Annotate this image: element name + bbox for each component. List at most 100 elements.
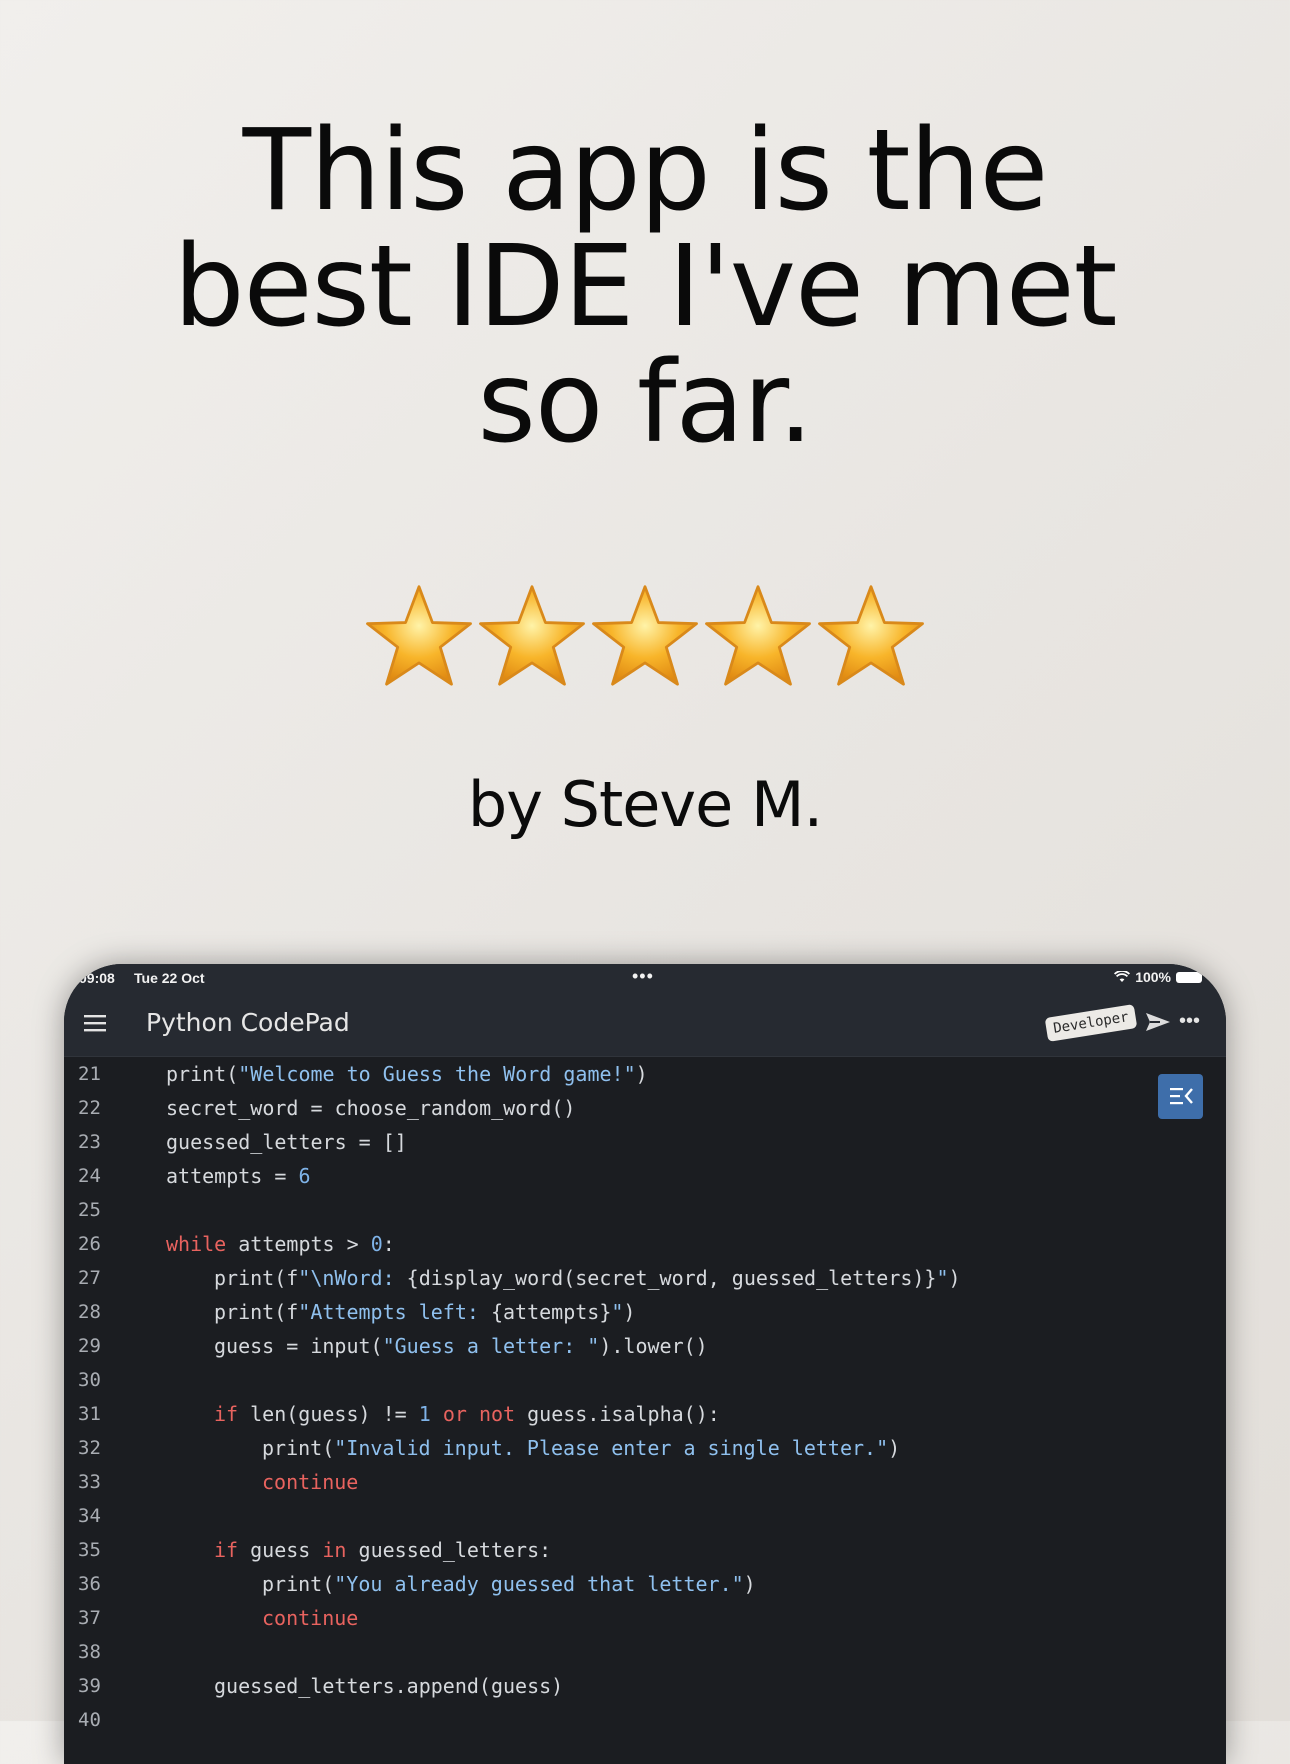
code-token: )	[948, 1266, 961, 1290]
wifi-icon	[1114, 971, 1131, 982]
line-number: 35	[78, 1539, 101, 1561]
battery-percent: 100%	[1135, 969, 1171, 985]
code-line[interactable]: 30	[64, 1363, 1226, 1397]
code-text[interactable]: while attempts > 0:	[166, 1227, 395, 1261]
code-token: "	[936, 1266, 949, 1290]
code-line[interactable]: 22 secret_word = choose_random_word()	[64, 1091, 1226, 1125]
code-text[interactable]: print("Invalid input. Please enter a sin…	[262, 1431, 900, 1465]
code-text[interactable]: secret_word = choose_random_word()	[166, 1091, 575, 1125]
code-token: 1	[418, 1402, 431, 1426]
code-token: "Attempts left:	[298, 1300, 491, 1324]
code-text[interactable]: print(f"Attempts left: {attempts}")	[214, 1295, 635, 1329]
code-text[interactable]: guessed_letters.append(guess)	[214, 1669, 563, 1703]
line-number: 38	[78, 1641, 101, 1663]
code-token: )	[635, 1062, 648, 1086]
code-line[interactable]: 33 continue	[64, 1465, 1226, 1499]
code-line[interactable]: 24 attempts = 6	[64, 1159, 1226, 1193]
code-text[interactable]: print("Welcome to Guess the Word game!")	[166, 1057, 648, 1091]
outline-toggle-button[interactable]	[1158, 1074, 1203, 1119]
star-icon	[705, 585, 811, 686]
line-number: 23	[78, 1131, 101, 1153]
line-number: 34	[78, 1505, 101, 1527]
code-line[interactable]: 29 guess = input("Guess a letter: ").lowe…	[64, 1329, 1226, 1363]
line-number: 26	[78, 1233, 101, 1255]
code-line[interactable]: 26 while attempts > 0:	[64, 1227, 1226, 1261]
code-token: "Welcome to Guess the Word game!"	[238, 1062, 636, 1086]
line-number: 27	[78, 1267, 101, 1289]
code-token: in	[322, 1538, 347, 1562]
line-number: 31	[78, 1403, 101, 1425]
headline-line-2: best IDE I've met	[173, 222, 1117, 352]
code-text[interactable]: if len(guess) != 1 or not guess.isalpha(…	[214, 1397, 720, 1431]
code-token: guess.isalpha():	[515, 1402, 720, 1426]
code-line[interactable]: 35 if guess in guessed_letters:	[64, 1533, 1226, 1567]
code-token: attempts =	[166, 1164, 299, 1188]
code-token: {display_word(secret_word, guessed_lette…	[406, 1266, 937, 1290]
app-toolbar: Python CodePad Developer •••	[64, 992, 1226, 1057]
code-text[interactable]: print(f"\nWord: {display_word(secret_wor…	[214, 1261, 961, 1295]
code-line[interactable]: 38	[64, 1635, 1226, 1669]
code-token: "Invalid input. Please enter a single le…	[334, 1436, 889, 1460]
star-icon	[479, 585, 585, 686]
code-line[interactable]: 39 guessed_letters.append(guess)	[64, 1669, 1226, 1703]
code-line[interactable]: 21 print("Welcome to Guess the Word game!…	[64, 1057, 1226, 1091]
code-line[interactable]: 36 print("You already guessed that letter…	[64, 1567, 1226, 1601]
code-token: )	[743, 1572, 756, 1596]
code-text[interactable]: continue	[262, 1601, 358, 1635]
ipad-screenshot: 09:08 Tue 22 Oct ••• 100% Python CodePad…	[64, 964, 1226, 1764]
code-line[interactable]: 23 guessed_letters = []	[64, 1125, 1226, 1159]
code-token: "You already guessed that letter."	[334, 1572, 744, 1596]
code-line[interactable]: 25	[64, 1193, 1226, 1227]
code-token: guessed_letters:	[346, 1538, 552, 1562]
line-number: 32	[78, 1437, 101, 1459]
code-text[interactable]: attempts = 6	[166, 1159, 311, 1193]
menu-icon[interactable]	[84, 1012, 106, 1034]
code-token: not	[478, 1402, 516, 1426]
code-line[interactable]: 40	[64, 1703, 1226, 1737]
code-line[interactable]: 28 print(f"Attempts left: {attempts}")	[64, 1295, 1226, 1329]
code-token: continue	[262, 1606, 359, 1630]
code-token: or	[442, 1402, 467, 1426]
more-icon[interactable]: •••	[1179, 1010, 1203, 1034]
code-token: print(f	[214, 1300, 299, 1324]
code-token: "\nWord:	[298, 1266, 407, 1290]
code-token: 0	[370, 1232, 383, 1256]
line-number: 33	[78, 1471, 101, 1493]
code-line[interactable]: 31 if len(guess) != 1 or not guess.isalph…	[64, 1397, 1226, 1431]
developer-badge[interactable]: Developer	[1044, 1004, 1138, 1042]
code-token: :	[382, 1232, 395, 1256]
code-line[interactable]: 27 print(f"\nWord: {display_word(secret_w…	[64, 1261, 1226, 1295]
code-text[interactable]: if guess in guessed_letters:	[214, 1533, 551, 1567]
code-text[interactable]: guess = input("Guess a letter: ").lower(…	[214, 1329, 708, 1363]
line-number: 30	[78, 1369, 101, 1391]
line-number: 37	[78, 1607, 101, 1629]
headline-line-1: This app is the	[242, 106, 1049, 236]
line-number: 28	[78, 1301, 101, 1323]
review-headline: This app is the best IDE I've met so far…	[0, 113, 1290, 461]
line-number: 25	[78, 1199, 101, 1221]
status-date: Tue 22 Oct	[134, 970, 205, 986]
outline-toggle-icon	[1170, 1088, 1193, 1105]
star-icon	[592, 585, 698, 686]
multitask-dots-icon[interactable]: •••	[632, 966, 654, 987]
line-number: 40	[78, 1709, 101, 1731]
code-token: while	[166, 1232, 227, 1256]
headline-line-3: so far.	[477, 338, 814, 468]
app-title: Python CodePad	[146, 1008, 350, 1037]
review-author: by Steve M.	[467, 768, 823, 841]
code-token: "Guess a letter: "	[382, 1334, 600, 1358]
code-token: attempts >	[226, 1232, 371, 1256]
code-token: print(	[262, 1436, 335, 1460]
code-text[interactable]: guessed_letters = []	[166, 1125, 407, 1159]
code-text[interactable]: print("You already guessed that letter."…	[262, 1567, 756, 1601]
send-icon[interactable]	[1144, 1010, 1172, 1034]
code-line[interactable]: 32 print("Invalid input. Please enter a s…	[64, 1431, 1226, 1465]
code-line[interactable]: 34	[64, 1499, 1226, 1533]
code-editor[interactable]: 21 print("Welcome to Guess the Word game!…	[64, 1057, 1226, 1764]
code-text[interactable]: continue	[262, 1465, 358, 1499]
status-bar: 09:08 Tue 22 Oct ••• 100%	[64, 964, 1226, 992]
code-line[interactable]: 37 continue	[64, 1601, 1226, 1635]
code-token: 6	[298, 1164, 311, 1188]
